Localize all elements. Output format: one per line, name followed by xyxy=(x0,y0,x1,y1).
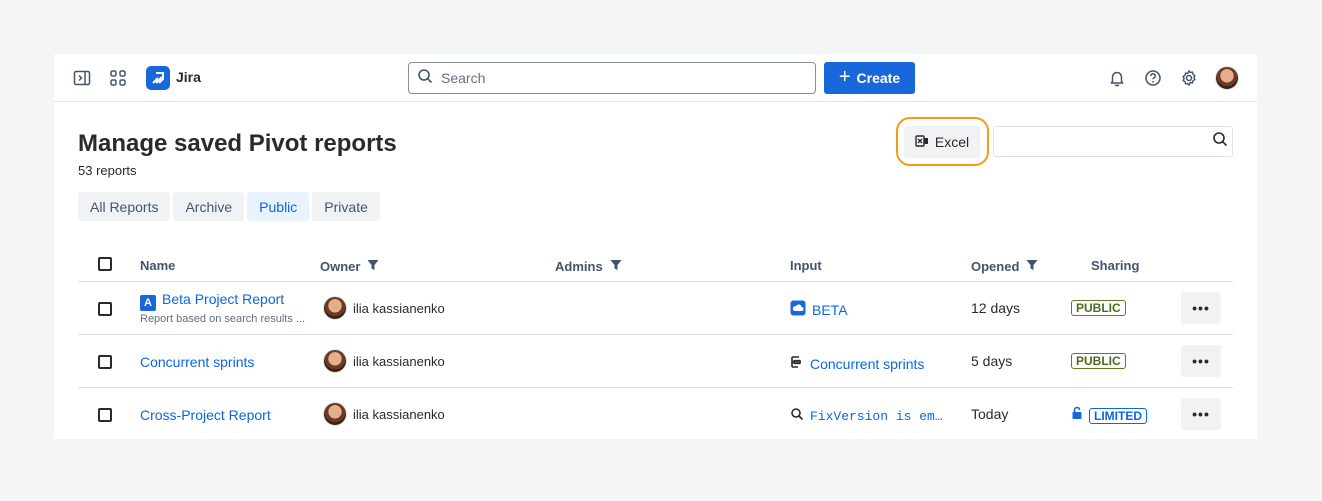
select-all-checkbox[interactable] xyxy=(98,257,112,271)
plus-icon: + xyxy=(838,66,851,88)
settings-gear-icon[interactable] xyxy=(1177,66,1201,90)
cloud-icon xyxy=(790,300,806,319)
owner-cell: ilia kassianenko xyxy=(323,296,445,320)
more-actions-button[interactable]: ••• xyxy=(1181,398,1221,430)
input-link[interactable]: FixVersion is em… xyxy=(790,407,943,425)
sharing-header-label: Sharing xyxy=(1091,258,1140,273)
owner-name: ilia kassianenko xyxy=(353,353,445,369)
app-switcher-icon[interactable] xyxy=(106,66,130,90)
user-avatar[interactable] xyxy=(1215,66,1239,90)
opened-header-label: Opened xyxy=(971,259,1020,274)
input-label: Concurrent sprints xyxy=(810,355,925,372)
column-header-admins[interactable]: Admins xyxy=(555,258,623,275)
tab-public[interactable]: Public xyxy=(247,192,310,221)
top-navigation: Jira Search + Create xyxy=(54,54,1257,102)
table-row[interactable]: Cross-Project Report ilia kassianenko Fi… xyxy=(78,388,1233,441)
input-header-label: Input xyxy=(790,258,822,273)
report-description: Report based on search results ... xyxy=(140,313,306,325)
board-icon xyxy=(790,355,804,372)
brand-name[interactable]: Jira xyxy=(176,69,201,85)
sharing-cell: PUBLIC xyxy=(1071,300,1126,316)
tab-archive[interactable]: Archive xyxy=(173,192,245,221)
search-icon xyxy=(790,407,804,425)
name-header-label: Name xyxy=(140,258,176,273)
owner-name: ilia kassianenko xyxy=(353,300,445,316)
owner-cell: ilia kassianenko xyxy=(323,402,445,426)
owner-cell: ilia kassianenko xyxy=(323,349,445,373)
report-filter-input[interactable] xyxy=(993,126,1233,157)
row-checkbox[interactable] xyxy=(98,302,112,316)
column-header-opened[interactable]: Opened xyxy=(971,258,1039,275)
table-row[interactable]: A Beta Project Report Report based on sea… xyxy=(78,282,1233,335)
jira-logo-icon[interactable] xyxy=(146,66,170,90)
sharing-status-badge: PUBLIC xyxy=(1071,353,1126,369)
filter-search-icon[interactable] xyxy=(1212,131,1228,152)
report-name-label: Beta Project Report xyxy=(162,291,285,307)
input-label: BETA xyxy=(812,301,848,318)
tab-all-reports[interactable]: All Reports xyxy=(78,192,171,221)
more-actions-button[interactable]: ••• xyxy=(1181,292,1221,324)
create-button[interactable]: + Create xyxy=(824,62,915,94)
column-header-owner[interactable]: Owner xyxy=(320,258,380,275)
table-header-row: Name Owner Admins Input Opened Sharing xyxy=(78,250,1233,282)
admins-header-label: Admins xyxy=(555,259,603,274)
filter-funnel-icon[interactable] xyxy=(366,258,380,275)
search-icon xyxy=(417,68,433,89)
create-label: Create xyxy=(856,70,901,86)
sharing-cell: LIMITED xyxy=(1071,406,1147,425)
row-checkbox[interactable] xyxy=(98,355,112,369)
report-name-link[interactable]: Cross-Project Report xyxy=(140,407,271,423)
owner-name: ilia kassianenko xyxy=(353,406,445,422)
excel-file-icon xyxy=(915,134,929,151)
search-placeholder: Search xyxy=(441,70,486,86)
report-type-badge: A xyxy=(140,295,156,311)
sharing-status-badge: LIMITED xyxy=(1089,407,1147,424)
filter-funnel-icon[interactable] xyxy=(1025,258,1039,275)
input-link[interactable]: BETA xyxy=(790,300,848,319)
notifications-bell-icon[interactable] xyxy=(1105,66,1129,90)
opened-value: 12 days xyxy=(971,300,1021,316)
owner-avatar xyxy=(323,402,347,426)
table-row[interactable]: Concurrent sprints ilia kassianenko Conc… xyxy=(78,335,1233,388)
owner-avatar xyxy=(323,296,347,320)
sharing-cell: PUBLIC xyxy=(1071,353,1126,369)
input-link[interactable]: Concurrent sprints xyxy=(790,355,924,372)
excel-export-button[interactable]: Excel xyxy=(904,126,980,158)
page-title: Manage saved Pivot reports xyxy=(78,130,397,157)
report-name-link[interactable]: Concurrent sprints xyxy=(140,354,254,370)
reports-table: Name Owner Admins Input Opened Sharing A… xyxy=(78,250,1233,441)
global-search-input[interactable]: Search xyxy=(408,62,816,94)
unlock-icon xyxy=(1071,406,1083,425)
column-header-name[interactable]: Name xyxy=(140,258,175,273)
excel-label: Excel xyxy=(934,134,970,150)
more-actions-button[interactable]: ••• xyxy=(1181,345,1221,377)
report-name-link[interactable]: A Beta Project Report xyxy=(140,291,284,311)
input-label: FixVersion is em… xyxy=(810,408,943,424)
report-count: 53 reports xyxy=(78,163,137,178)
filter-funnel-icon[interactable] xyxy=(609,258,623,275)
owner-header-label: Owner xyxy=(320,259,361,274)
sharing-status-badge: PUBLIC xyxy=(1071,300,1126,316)
app-window: Jira Search + Create Manage saved Pivot … xyxy=(54,54,1257,439)
report-tabs: All Reports Archive Public Private xyxy=(78,192,380,221)
help-icon[interactable] xyxy=(1141,66,1165,90)
column-header-input[interactable]: Input xyxy=(790,258,822,273)
opened-value: 5 days xyxy=(971,353,1013,369)
column-header-sharing[interactable]: Sharing xyxy=(1091,258,1139,273)
sidebar-toggle-icon[interactable] xyxy=(70,66,94,90)
opened-value: Today xyxy=(971,406,1009,422)
owner-avatar xyxy=(323,349,347,373)
tab-private[interactable]: Private xyxy=(312,192,380,221)
row-checkbox[interactable] xyxy=(98,408,112,422)
